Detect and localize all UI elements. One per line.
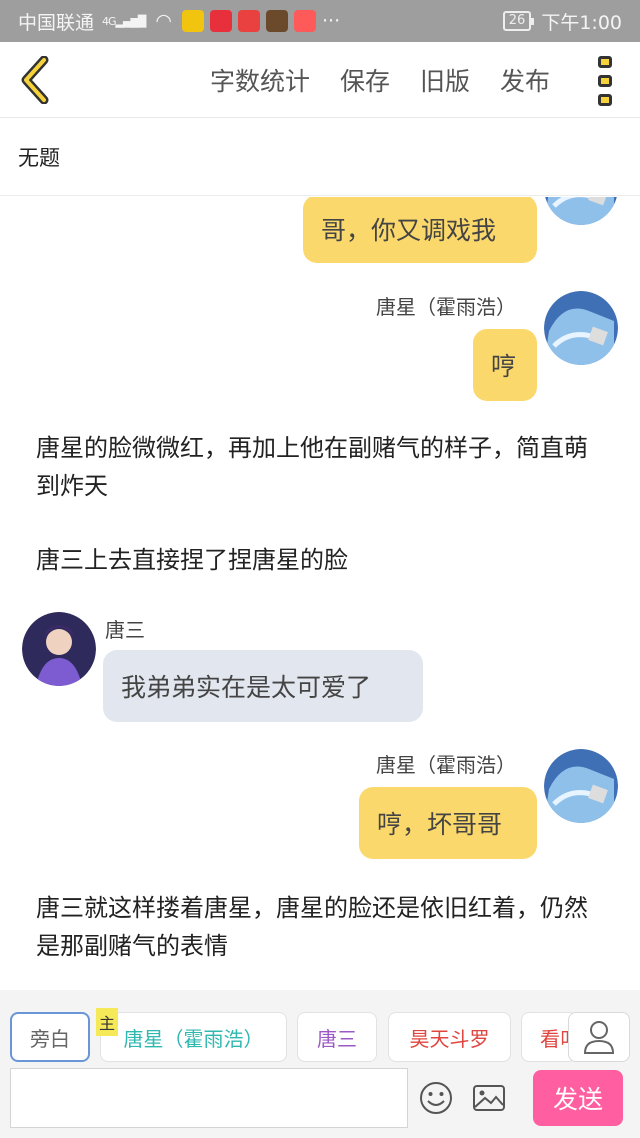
role-chip-label: 唐星（霍雨浩） [123,1026,264,1051]
wifi-icon: ◠ [155,10,172,32]
tangxing-avatar-image [544,291,618,365]
status-bar: 中国联通 4G▂▄▆█ ◠ ··· 26 下午1:00 [0,0,640,42]
battery-icon: 26 [502,11,534,31]
more-menu-icon[interactable] [598,56,614,106]
back-arrow-icon [21,55,49,105]
old-version-button[interactable]: 旧版 [420,62,470,98]
lightbulb-app-icon [181,10,204,32]
role-chip-tangsan[interactable]: 唐三 [297,1012,377,1062]
input-bar: 发送 [0,1068,640,1138]
speaker-name: 唐三 [105,618,145,642]
message-text: 我弟弟实在是太可爱了 [121,673,372,702]
tangsan-avatar-image [22,612,96,686]
avatar[interactable] [544,291,618,365]
role-chip-haotian-douluo[interactable]: 昊天斗罗 [388,1012,511,1062]
chat-bubble-me[interactable]: 哥，你又调戏我 [303,197,537,263]
role-chip-narrator[interactable]: 旁白 [10,1012,90,1062]
huawei-app-icon [237,10,260,32]
role-chip-label: 旁白 [30,1026,70,1051]
chat-area[interactable]: 哥，你又调戏我 唐星（霍雨浩） 哼 唐星的脸微微红，再加上他在副赌气的样子，简直… [0,197,640,987]
role-selector-bar: 旁白 主 唐星（霍雨浩） 唐三 昊天斗罗 看叫 [0,990,640,1068]
chat-bubble-me[interactable]: 哼 [473,329,537,401]
document-title[interactable]: 无题 [0,118,640,196]
tangxing-avatar-image [544,749,618,823]
role-manage-button[interactable] [568,1012,630,1062]
kuaishou-app-icon [293,10,316,32]
narration-text[interactable]: 唐三上去直接捏了捏唐星的脸 [36,541,606,579]
avatar[interactable] [544,749,618,823]
image-icon [473,1085,505,1111]
document-title-text: 无题 [18,145,60,170]
role-chip-label: 昊天斗罗 [409,1026,490,1051]
role-chip-label: 唐三 [317,1026,357,1051]
toolbar: 字数统计 保存 旧版 发布 [0,42,640,118]
publish-button[interactable]: 发布 [500,62,550,98]
message-input[interactable] [10,1068,408,1128]
image-button[interactable] [471,1080,507,1116]
chat-bubble-me[interactable]: 哼，坏哥哥 [359,787,537,859]
xiaohongshu-app-icon [209,10,232,32]
avatar[interactable] [22,612,96,686]
host-badge: 主 [96,1008,119,1036]
narration-text[interactable]: 唐星的脸微微红，再加上他在副赌气的样子，简直萌到炸天 [36,429,606,505]
message-text: 哼 [491,352,517,381]
emoji-button[interactable] [418,1080,454,1116]
network-label: 4G [102,14,116,28]
back-button[interactable] [18,55,52,105]
word-count-button[interactable]: 字数统计 [210,62,310,98]
person-icon [583,1021,615,1054]
speaker-name: 唐星（霍雨浩） [376,753,516,777]
signal-icon: 4G▂▄▆█ [102,14,146,28]
send-button[interactable]: 发送 [533,1070,623,1126]
carrier-label: 中国联通 [18,11,95,34]
more-notifications-icon: ··· [321,10,341,32]
battery-level: 26 [508,13,526,28]
smiley-icon [420,1082,452,1114]
role-chip-tangxing[interactable]: 唐星（霍雨浩） [100,1012,287,1062]
message-text: 哼，坏哥哥 [377,810,503,839]
message-text: 哥，你又调戏我 [321,216,497,245]
tangxing-avatar-image [544,197,617,225]
save-button[interactable]: 保存 [340,62,390,98]
speaker-name: 唐星（霍雨浩） [376,295,516,319]
game-app-icon [265,10,288,32]
clock: 下午1:00 [541,11,622,34]
chat-bubble-other[interactable]: 我弟弟实在是太可爱了 [103,650,423,722]
narration-text[interactable]: 唐三就这样搂着唐星，唐星的脸还是依旧红着，仍然是那副赌气的表情 [36,889,606,965]
avatar[interactable] [544,197,618,225]
